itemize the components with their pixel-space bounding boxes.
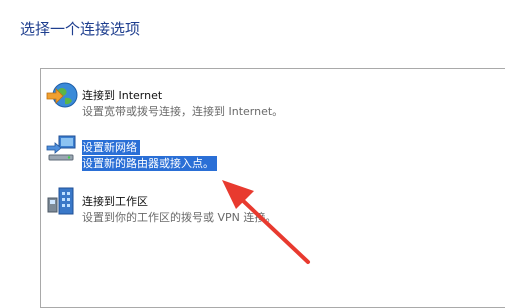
option-description: 设置到你的工作区的拨号或 VPN 连接。: [82, 211, 277, 224]
option-setup-new-network[interactable]: 设置新网络 设置新的路由器或接入点。: [41, 128, 481, 171]
option-title: 连接到工作区: [82, 195, 148, 208]
workplace-connection-icon: [47, 187, 74, 215]
option-title: 设置新网络: [82, 140, 140, 155]
option-title: 连接到 Internet: [82, 89, 163, 102]
connection-option-list: 连接到 Internet 设置宽带或拨号连接，连接到 Internet。 设置新…: [40, 68, 505, 308]
option-description: 设置宽带或拨号连接，连接到 Internet。: [82, 105, 284, 118]
router-network-icon: [46, 135, 76, 161]
globe-internet-icon: [46, 82, 78, 108]
option-connect-internet[interactable]: 连接到 Internet 设置宽带或拨号连接，连接到 Internet。: [41, 76, 481, 118]
page-title: 选择一个连接选项: [20, 20, 141, 38]
option-description: 设置新的路由器或接入点。: [82, 156, 217, 171]
option-connect-workplace[interactable]: 连接到工作区 设置到你的工作区的拨号或 VPN 连接。: [41, 182, 481, 224]
